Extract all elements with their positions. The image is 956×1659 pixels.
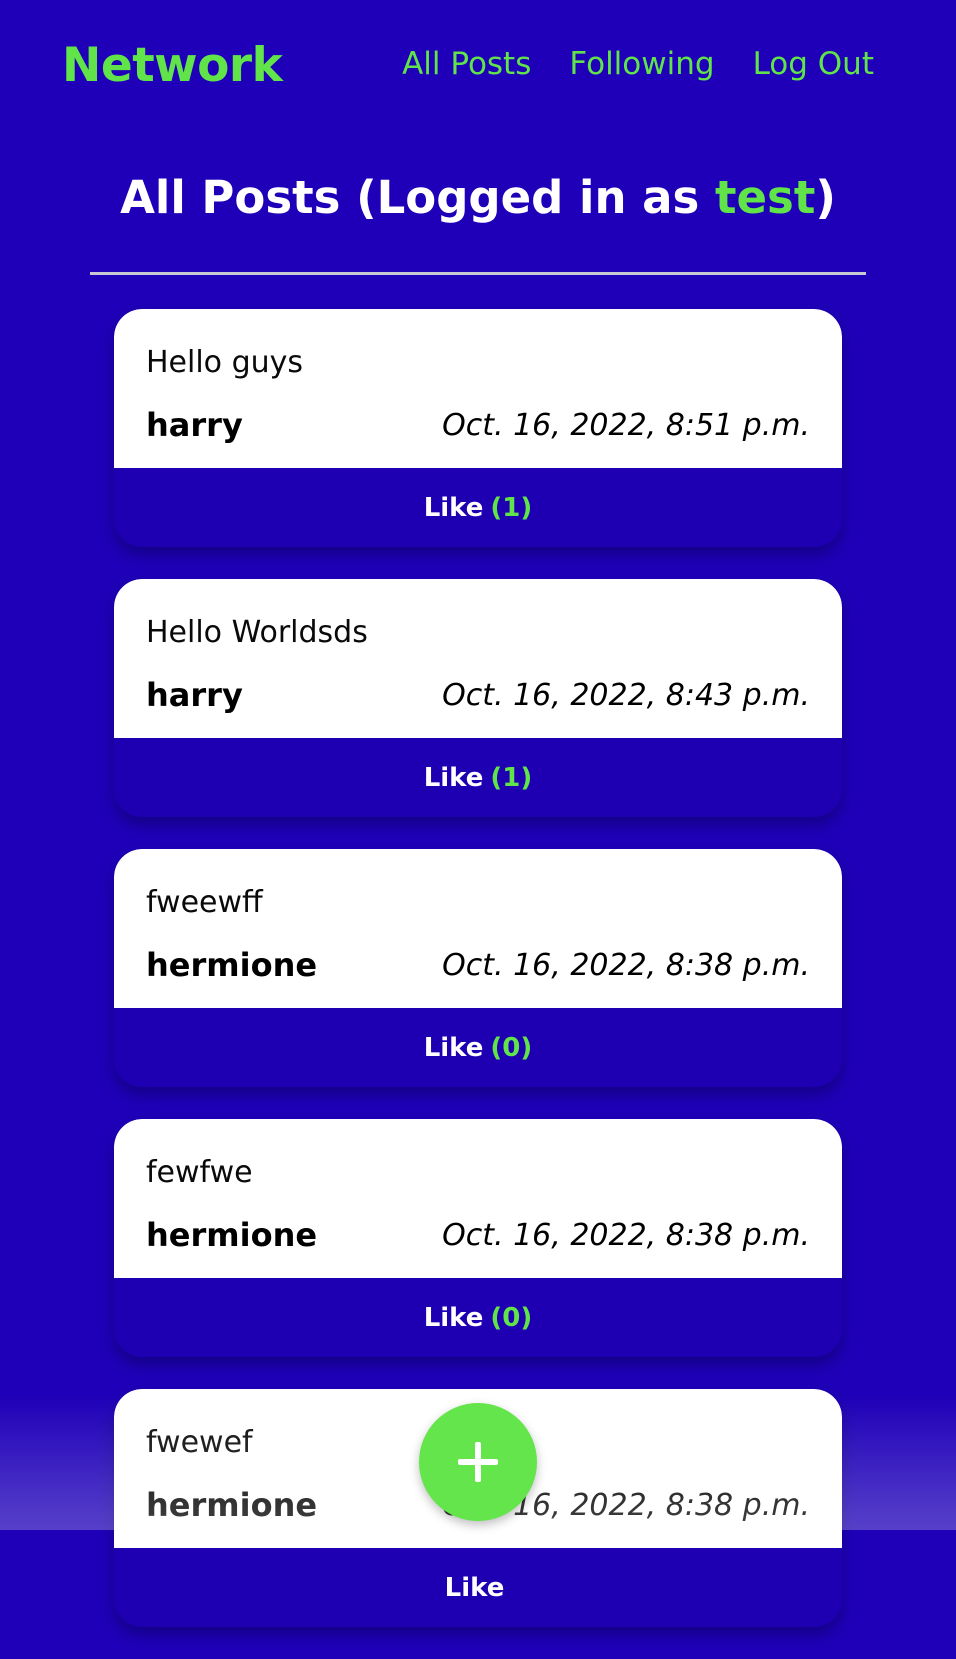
nav-link-log-out[interactable]: Log Out [753,46,874,82]
like-button[interactable]: Like [114,1548,842,1627]
post-body: Hello guys harry Oct. 16, 2022, 8:51 p.m… [114,309,842,468]
logged-in-username: test [715,171,816,224]
like-count: (0) [490,1032,533,1063]
like-label: Like [423,1302,484,1333]
like-label: Like [444,1572,505,1603]
nav-link-all-posts[interactable]: All Posts [402,46,531,82]
like-count: (0) [490,1302,533,1333]
like-button[interactable]: Like (1) [114,468,842,547]
like-label: Like [423,492,484,523]
nav-link-following[interactable]: Following [569,46,714,82]
heading-divider [90,272,866,275]
like-button[interactable]: Like (0) [114,1278,842,1357]
post-content: Hello guys [146,345,304,380]
navbar: Network All Posts Following Log Out [0,0,956,140]
like-count: (1) [490,492,533,523]
post-content: Hello Worldsds [146,615,368,650]
plus-icon [458,1442,498,1482]
page-title: All Posts (Logged in as test) [0,171,956,224]
post-author[interactable]: hermione [146,1486,317,1524]
post-card: Hello guys harry Oct. 16, 2022, 8:51 p.m… [114,309,842,547]
page-title-suffix: ) [815,171,836,224]
post-body: Hello Worldsds harry Oct. 16, 2022, 8:43… [114,579,842,738]
post-content: fwewef [146,1425,253,1460]
post-content: fweewff [146,885,263,920]
post-timestamp: Oct. 16, 2022, 8:51 p.m. [442,408,810,443]
new-post-button[interactable] [419,1403,537,1521]
nav-links: All Posts Following Log Out [402,46,874,82]
post-timestamp: Oct. 16, 2022, 8:38 p.m. [442,1218,810,1253]
like-label: Like [423,1032,484,1063]
post-author[interactable]: harry [146,406,243,444]
post-author[interactable]: hermione [146,1216,317,1254]
post-timestamp: Oct. 16, 2022, 8:43 p.m. [442,678,810,713]
post-content: fewfwe [146,1155,253,1190]
post-card: fweewff hermione Oct. 16, 2022, 8:38 p.m… [114,849,842,1087]
like-button[interactable]: Like (1) [114,738,842,817]
like-count: (1) [490,762,533,793]
post-author[interactable]: hermione [146,946,317,984]
post-card: Hello Worldsds harry Oct. 16, 2022, 8:43… [114,579,842,817]
post-card: fewfwe hermione Oct. 16, 2022, 8:38 p.m.… [114,1119,842,1357]
like-label: Like [423,762,484,793]
post-timestamp: Oct. 16, 2022, 8:38 p.m. [442,948,810,983]
brand-logo[interactable]: Network [62,38,283,93]
post-author[interactable]: harry [146,676,243,714]
like-button[interactable]: Like (0) [114,1008,842,1087]
page-title-prefix: All Posts (Logged in as [120,171,715,224]
post-body: fweewff hermione Oct. 16, 2022, 8:38 p.m… [114,849,842,1008]
post-body: fewfwe hermione Oct. 16, 2022, 8:38 p.m. [114,1119,842,1278]
